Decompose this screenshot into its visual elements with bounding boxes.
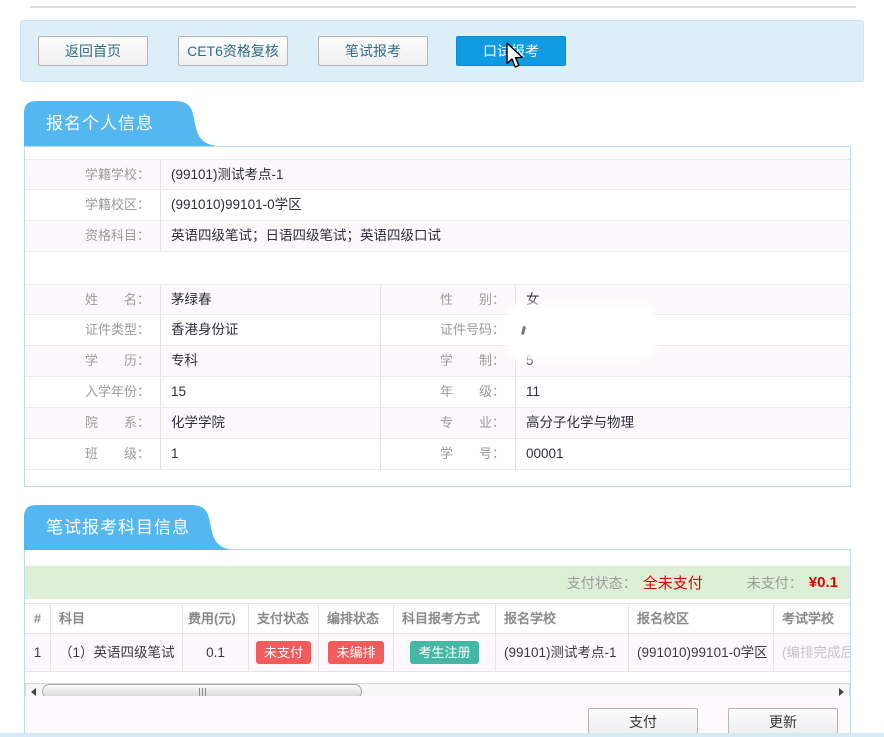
redaction-remnant-mark [521, 326, 526, 335]
row-degree-duration: 学 历： 专科 学 制： 5 [25, 346, 850, 377]
unpaid-amount: ¥0.1 [809, 574, 838, 591]
thumb-grip-icon [202, 688, 203, 696]
col-register-mode: 科目报考方式 [394, 604, 496, 633]
personal-info-title: 报名个人信息 [46, 101, 154, 146]
col-register-campus: 报名校区 [629, 604, 774, 633]
row-class-studentid: 班 级： 1 学 号： 00001 [25, 439, 850, 470]
left-arrow-icon [31, 688, 36, 696]
name-value: 茅绿春 [160, 285, 380, 314]
col-register-school: 报名学校 [496, 604, 629, 633]
gender-label: 性 别： [380, 285, 515, 314]
degree-value: 专科 [160, 346, 380, 376]
degree-label: 学 历： [25, 346, 160, 376]
class-label: 班 级： [25, 439, 160, 469]
page-bottom-strip [0, 733, 884, 737]
subjects-panel-title: 笔试报考科目信息 [46, 505, 190, 550]
student-id-value: 00001 [515, 439, 850, 469]
cell-register-school: (99101)测试考点-1 [496, 634, 629, 671]
cell-exam-school: (编排完成后 [774, 634, 850, 671]
table-row[interactable]: 1 （1）英语四级笔试 0.1 未支付 未编排 考生注册 (99101)测试考点… [25, 634, 850, 672]
department-value: 化学学院 [160, 408, 380, 438]
id-number-redaction-blur [512, 309, 650, 354]
campus-value: (991010)99101-0学区 [160, 190, 850, 220]
col-arrange-status: 编排状态 [319, 604, 394, 633]
update-button[interactable]: 更新 [728, 708, 838, 736]
class-value: 1 [160, 439, 380, 469]
col-subject: 科目 [51, 604, 183, 633]
toolbar: 返回首页 CET6资格复核 笔试报考 口试报考 [20, 20, 864, 82]
row-name-gender: 姓 名： 茅绿春 性 别： 女 [25, 284, 850, 315]
written-exam-button[interactable]: 笔试报考 [318, 36, 428, 66]
subjects-panel: 支付状态： 全未支付 未支付： ¥0.1 # 科目 费用(元) 支付状态 编排状… [24, 549, 851, 737]
unpaid-badge: 未支付 [256, 641, 311, 664]
col-pay-status: 支付状态 [249, 604, 319, 633]
row-enrollyear-grade: 入学年份： 15 年 级： 11 [25, 377, 850, 408]
oral-exam-button[interactable]: 口试报考 [456, 36, 566, 66]
subjects-table: # 科目 费用(元) 支付状态 编排状态 科目报考方式 报名学校 报名校区 考试… [25, 603, 850, 672]
personal-detail-rows: 姓 名： 茅绿春 性 别： 女 证件类型： 香港身份证 证件号码： 学 历： 专… [25, 284, 850, 470]
cet-registration-page: { "toolbar": { "buttons": [ { "label": "… [0, 0, 884, 737]
unpaid-label: 未支付： [747, 573, 803, 593]
grade-label: 年 级： [380, 377, 515, 407]
cell-pay-status: 未支付 [249, 634, 319, 671]
school-value: (99101)测试考点-1 [160, 160, 850, 189]
col-fee: 费用(元) [183, 604, 249, 633]
pay-status-value: 全未支付 [643, 572, 703, 593]
enroll-year-label: 入学年份： [25, 377, 160, 407]
right-arrow-icon [839, 688, 844, 696]
col-exam-school: 考试学校 [774, 604, 850, 633]
name-label: 姓 名： [25, 285, 160, 314]
cell-register-mode: 考生注册 [394, 634, 496, 671]
cell-index: 1 [25, 634, 51, 671]
major-value: 高分子化学与物理 [515, 408, 850, 438]
student-id-label: 学 号： [380, 439, 515, 469]
cell-fee: 0.1 [183, 634, 249, 671]
id-type-value: 香港身份证 [160, 315, 380, 345]
row-department-major: 院 系： 化学学院 专 业： 高分子化学与物理 [25, 408, 850, 439]
cell-subject: （1）英语四级笔试 [51, 634, 183, 671]
cell-arrange-status: 未编排 [319, 634, 394, 671]
qualified-subjects-value: 英语四级笔试；日语四级笔试；英语四级口试 [160, 221, 850, 251]
enroll-year-value: 15 [160, 377, 380, 407]
qualified-subjects-label: 资格科目： [25, 221, 160, 251]
personal-info-panel: 学籍学校： (99101)测试考点-1 学籍校区： (991010)99101-… [24, 146, 851, 487]
thumb-grip-icon [205, 688, 206, 696]
unarranged-badge: 未编排 [328, 641, 383, 664]
pay-status-label: 支付状态： [567, 573, 637, 593]
actions-bar: 支付 更新 [25, 696, 850, 737]
cet6-review-button[interactable]: CET6资格复核 [178, 36, 288, 66]
payment-status-bar: 支付状态： 全未支付 未支付： ¥0.1 [25, 566, 850, 599]
personal-info-tab: 报名个人信息 [24, 101, 220, 146]
register-mode-badge: 考生注册 [410, 641, 478, 664]
subjects-panel-tab: 笔试报考科目信息 [24, 505, 236, 550]
row-idtype-idnumber: 证件类型： 香港身份证 证件号码： [25, 315, 850, 346]
row-campus: 学籍校区： (991010)99101-0学区 [25, 190, 850, 221]
school-label: 学籍学校： [25, 160, 160, 189]
row-school: 学籍学校： (99101)测试考点-1 [25, 159, 850, 190]
return-home-button[interactable]: 返回首页 [38, 36, 148, 66]
department-label: 院 系： [25, 408, 160, 438]
id-number-label: 证件号码： [380, 315, 515, 345]
col-index: # [25, 604, 51, 633]
major-label: 专 业： [380, 408, 515, 438]
id-type-label: 证件类型： [25, 315, 160, 345]
campus-label: 学籍校区： [25, 190, 160, 220]
page-top-divider [30, 6, 856, 8]
thumb-grip-icon [199, 688, 200, 696]
row-qualified-subjects: 资格科目： 英语四级笔试；日语四级笔试；英语四级口试 [25, 221, 850, 252]
subjects-table-header: # 科目 费用(元) 支付状态 编排状态 科目报考方式 报名学校 报名校区 考试… [25, 603, 850, 634]
cell-register-campus: (991010)99101-0学区 [629, 634, 774, 671]
grade-value: 11 [515, 377, 850, 407]
duration-label: 学 制： [380, 346, 515, 376]
pay-button[interactable]: 支付 [588, 708, 698, 736]
school-info-rows: 学籍学校： (99101)测试考点-1 学籍校区： (991010)99101-… [25, 159, 850, 252]
